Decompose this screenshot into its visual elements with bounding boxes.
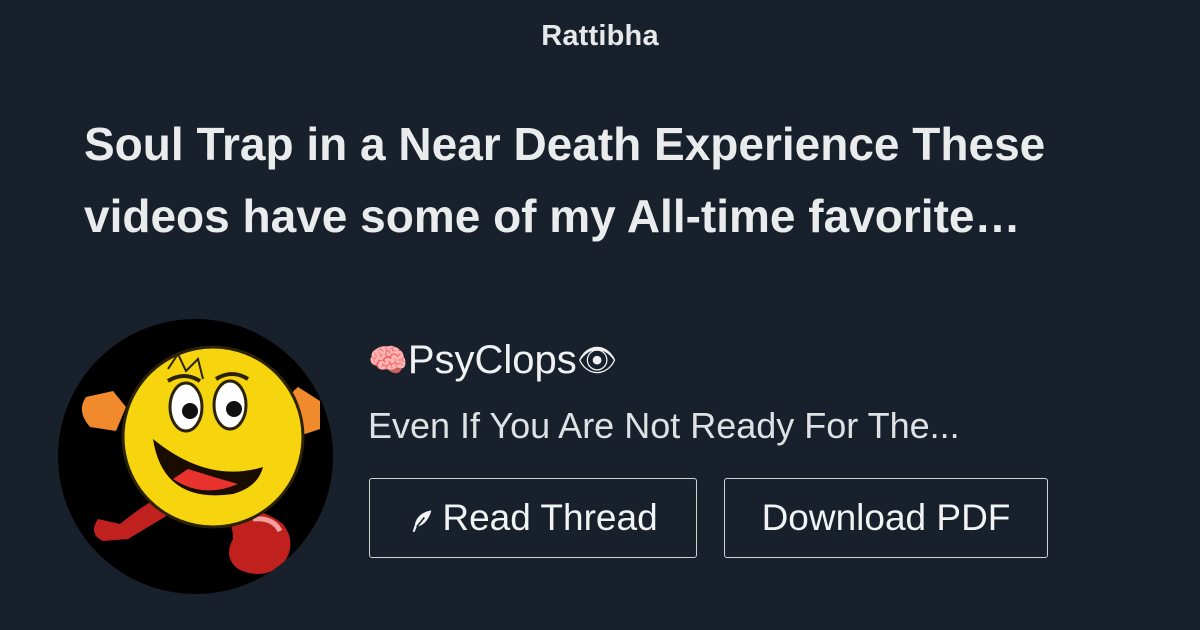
eye-emoji: 👁 [576,341,618,379]
download-pdf-label: Download PDF [761,497,1011,538]
brain-emoji: 🧠 [368,341,408,379]
feather-icon [413,510,432,533]
thread-title-line-2: videos have some of my All-time favorite… [84,190,1021,242]
thread-title-line-1: Soul Trap in a Near Death Experience The… [84,118,1046,170]
author-name-row[interactable]: 🧠 PsyClops 👁 [368,336,617,384]
author-name: PsyClops [407,338,577,382]
read-thread-button[interactable]: Read Thread [369,478,697,558]
author-avatar [58,319,333,594]
read-thread-label: Read Thread [442,497,658,538]
download-pdf-button[interactable]: Download PDF [724,478,1048,558]
pacman-avatar-icon [81,345,320,574]
site-brand[interactable]: Rattibha [0,20,1200,53]
thread-excerpt: Even If You Are Not Ready For The... [368,405,960,446]
thread-title: Soul Trap in a Near Death Experience The… [84,108,1124,252]
